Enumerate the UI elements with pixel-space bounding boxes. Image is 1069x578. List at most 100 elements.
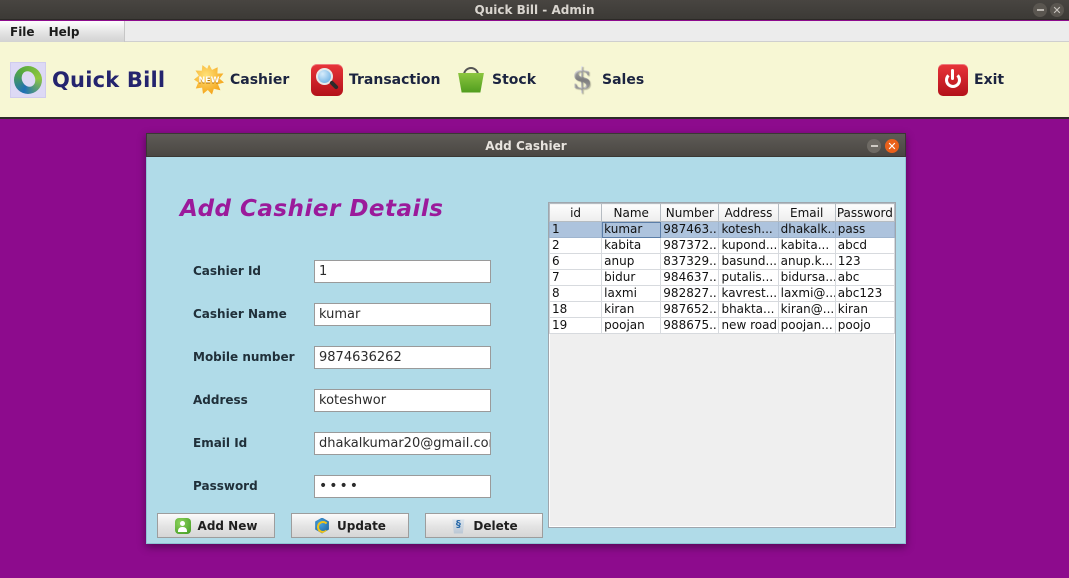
table-row[interactable]: 19 poojan 988675... new road poojan... poojo — [549, 317, 895, 334]
table-cell[interactable]: abcd — [834, 237, 895, 254]
table-cell[interactable]: kiran — [834, 301, 895, 318]
table-cell[interactable]: pass — [834, 221, 895, 238]
table-row[interactable]: 8 laxmi 982827... kavrest... laxmi@... abc123 — [549, 285, 895, 302]
table-cell[interactable]: basund... — [718, 253, 779, 270]
toolbar-button-transaction[interactable]: Transaction — [311, 63, 441, 96]
dialog-controls: ✕ — [867, 139, 899, 153]
table-cell[interactable]: kiran@... — [777, 301, 836, 318]
window-title: Quick Bill - Admin — [474, 3, 595, 17]
input-cashier-id[interactable]: 1 — [314, 260, 491, 283]
table-cell[interactable]: kabita — [601, 237, 662, 254]
field-address: Address koteshwor — [147, 389, 507, 413]
power-icon — [938, 63, 968, 96]
add-new-button[interactable]: Add New — [157, 513, 275, 538]
add-new-button-label: Add New — [197, 518, 258, 533]
table-cell[interactable]: 19 — [549, 317, 603, 334]
table-column-header[interactable]: Name — [601, 203, 662, 222]
input-password[interactable]: •••• — [314, 475, 491, 498]
table-cell[interactable]: poojan... — [777, 317, 836, 334]
table-row[interactable]: 18 kiran 987652... bhakta... kiran@... kiran — [549, 301, 895, 318]
label-password: Password — [193, 479, 258, 493]
dialog-close-icon[interactable]: ✕ — [885, 139, 899, 153]
table-column-header[interactable]: id — [549, 203, 603, 222]
menu-item-help[interactable]: Help — [49, 25, 80, 39]
table-cell[interactable]: 988675... — [660, 317, 720, 334]
toolbar-button-exit[interactable]: Exit — [938, 63, 1004, 96]
add-cashier-dialog: Add Cashier ✕ Add Cashier Details Cashie… — [146, 133, 906, 544]
table-cell[interactable]: poojo — [834, 317, 895, 334]
table-cell[interactable]: 2 — [549, 237, 603, 254]
basket-icon — [456, 65, 486, 95]
table-row[interactable]: 6 anup 837329... basund... anup.k... 123 — [549, 253, 895, 270]
table-column-header[interactable]: Address — [718, 203, 779, 222]
brand-swirl-icon — [10, 61, 46, 98]
table-cell[interactable]: kupond... — [718, 237, 779, 254]
table-row[interactable]: 1 kumar 987463... kotesh... dhakalk... pass — [549, 221, 895, 238]
menubar-panel: File Help — [0, 21, 125, 42]
table-cell[interactable]: poojan — [601, 317, 662, 334]
table-cell[interactable]: 984637... — [660, 269, 720, 286]
table-cell[interactable]: dhakalk... — [777, 221, 836, 238]
table-cell[interactable]: kumar — [601, 221, 662, 238]
input-cashier-name[interactable]: kumar — [314, 303, 491, 326]
toolbar-label-transaction: Transaction — [349, 71, 441, 88]
toolbar-button-sales[interactable]: $ Sales — [568, 64, 645, 95]
close-icon[interactable]: ✕ — [1050, 3, 1064, 17]
label-mobile-number: Mobile number — [193, 350, 295, 364]
table-cell[interactable]: 987463... — [660, 221, 720, 238]
toolbar-label-sales: Sales — [602, 71, 645, 88]
brand-label: Quick Bill — [52, 67, 166, 92]
field-cashier-name: Cashier Name kumar — [147, 303, 507, 327]
menu-item-file[interactable]: File — [10, 25, 35, 39]
dialog-minimize-icon[interactable] — [867, 139, 881, 153]
table-cell[interactable]: kiran — [601, 301, 662, 318]
table-cell[interactable]: abc123 — [834, 285, 895, 302]
dollar-icon: $ — [568, 64, 596, 95]
table-cell[interactable]: anup — [601, 253, 662, 270]
toolbar-button-cashier[interactable]: NEW Cashier — [194, 64, 290, 95]
toolbar-button-stock[interactable]: Stock — [456, 65, 536, 95]
table-cell[interactable]: anup.k... — [777, 253, 836, 270]
table-cell[interactable]: kotesh... — [718, 221, 779, 238]
table-cell[interactable]: 8 — [549, 285, 603, 302]
refresh-icon — [315, 517, 329, 534]
table-column-header[interactable]: Password — [834, 203, 895, 222]
toolbar: Quick Bill NEW Cashier Transaction Stock… — [0, 42, 1069, 119]
label-address: Address — [193, 393, 248, 407]
table-cell[interactable]: putalis... — [718, 269, 779, 286]
input-mobile-number[interactable]: 9874636262 — [314, 346, 491, 369]
table-cell[interactable]: bidursa... — [777, 269, 836, 286]
table-cell[interactable]: 1 — [549, 221, 603, 238]
delete-button[interactable]: Delete — [425, 513, 543, 538]
table-cell[interactable]: 7 — [549, 269, 603, 286]
field-mobile-number: Mobile number 9874636262 — [147, 346, 507, 370]
table-cell[interactable]: 987652... — [660, 301, 720, 318]
input-email-id[interactable]: dhakalkumar20@gmail.com — [314, 432, 491, 455]
table-cell[interactable]: 982827... — [660, 285, 720, 302]
cashier-table-panel[interactable]: id Name Number Address Email Password 1 kumar 9… — [548, 202, 896, 528]
table-cell[interactable]: bidur — [601, 269, 662, 286]
table-row[interactable]: 7 bidur 984637... putalis... bidursa... abc — [549, 269, 895, 286]
table-cell[interactable]: laxmi@... — [777, 285, 836, 302]
update-button[interactable]: Update — [291, 513, 409, 538]
table-cell[interactable]: 18 — [549, 301, 603, 318]
table-cell[interactable]: kabita... — [777, 237, 836, 254]
table-column-header[interactable]: Email — [777, 203, 836, 222]
application-window: Quick Bill - Admin ✕ File Help Quick Bil… — [0, 0, 1069, 578]
table-row[interactable]: 2 kabita 987372... kupond... kabita... abcd — [549, 237, 895, 254]
brand-logo: Quick Bill — [10, 61, 166, 98]
table-cell[interactable]: kavrest... — [718, 285, 779, 302]
minimize-icon[interactable] — [1033, 3, 1047, 17]
input-address[interactable]: koteshwor — [314, 389, 491, 412]
table-column-header[interactable]: Number — [660, 203, 720, 222]
table-cell[interactable]: 987372... — [660, 237, 720, 254]
table-cell[interactable]: laxmi — [601, 285, 662, 302]
table-cell[interactable]: 837329... — [660, 253, 720, 270]
table-cell[interactable]: abc — [834, 269, 895, 286]
table-cell[interactable]: bhakta... — [718, 301, 779, 318]
cashier-table: id Name Number Address Email Password 1 kumar 9… — [549, 203, 895, 334]
table-cell[interactable]: 6 — [549, 253, 603, 270]
toolbar-label-cashier: Cashier — [230, 71, 290, 88]
table-cell[interactable]: new road — [718, 317, 779, 334]
table-cell[interactable]: 123 — [834, 253, 895, 270]
